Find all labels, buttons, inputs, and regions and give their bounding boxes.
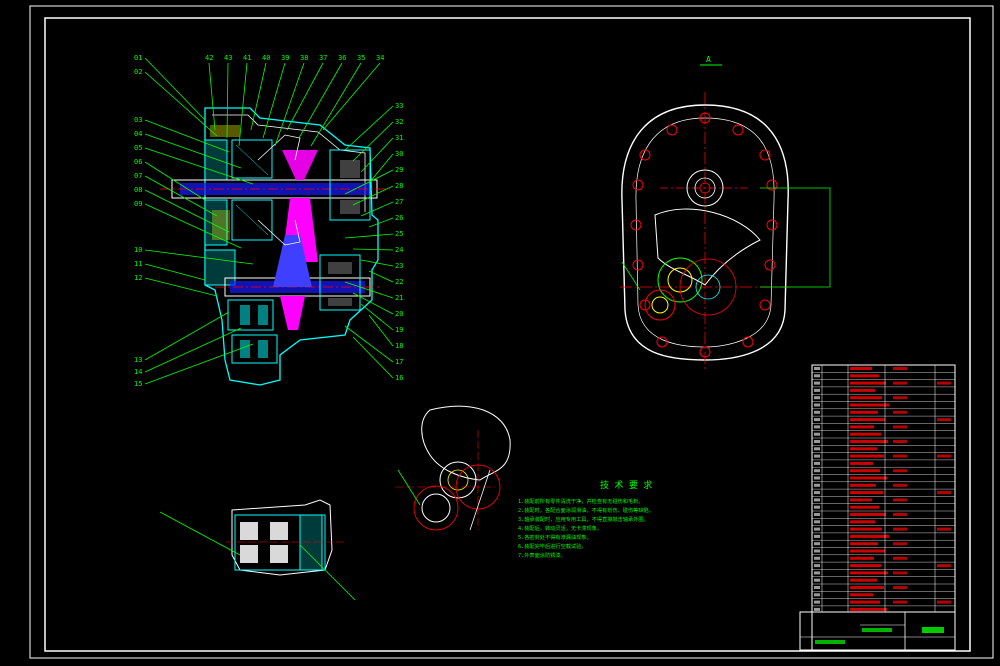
- part-number: 21: [395, 294, 403, 302]
- drawing-canvas: 01 02 03 04 05 06 07 08 09 10 11 12 13 14 15 42 43 41 40 39…: [29, 5, 994, 659]
- part-number: 13: [134, 356, 142, 364]
- part-number: 01: [134, 54, 142, 62]
- detail-view: [395, 405, 511, 531]
- part-number: 15: [134, 380, 142, 388]
- part-number: 40: [262, 54, 270, 62]
- note-line: 3.轴承装配时，应用专用工具，不得直接敲击轴承外圈。: [518, 515, 649, 523]
- part-number: 04: [134, 130, 142, 138]
- bolt-hole: [742, 336, 754, 348]
- part-number: 19: [395, 326, 403, 334]
- bolt-hole: [632, 259, 644, 271]
- part-number: 08: [134, 186, 142, 194]
- part-number: 27: [395, 198, 403, 206]
- part-number: 03: [134, 116, 142, 124]
- part-number: 09: [134, 200, 142, 208]
- section-marker: A: [706, 55, 711, 64]
- technical-requirements: 技 术 要 求 1.装配前所有零件清洗干净，并检查有无碰伤和毛刺。2.装配时，各…: [518, 479, 654, 559]
- bolt-hole: [764, 259, 776, 271]
- part-number: 17: [395, 358, 403, 366]
- part-number: 28: [395, 182, 403, 190]
- part-number: 12: [134, 274, 142, 282]
- note-line: 2.装配时，各配合面涂润滑油，不得有划伤、碰伤等缺陷。: [518, 506, 654, 514]
- part-number: 18: [395, 342, 403, 350]
- part-number: 37: [319, 54, 327, 62]
- bolt-hole: [766, 219, 778, 231]
- bolt-hole: [632, 179, 644, 191]
- bolt-hole: [666, 124, 678, 136]
- bolt-hole: [732, 124, 744, 136]
- bolt-hole: [766, 179, 778, 191]
- part-number: 32: [395, 118, 403, 126]
- part-number-labels: 01 02 03 04 05 06 07 08 09 10 11 12 13 14 15 42 43 41 40 39…: [134, 54, 403, 388]
- part-number: 25: [395, 230, 403, 238]
- bolt-hole: [759, 299, 771, 311]
- note-line: 1.装配前所有零件清洗干净，并检查有无碰伤和毛刺。: [518, 497, 644, 505]
- part-number: 39: [281, 54, 289, 62]
- outer-border: [29, 5, 994, 659]
- part-number: 35: [357, 54, 365, 62]
- part-number: 29: [395, 166, 403, 174]
- part-number: 34: [376, 54, 384, 62]
- part-number: 10: [134, 246, 142, 254]
- part-number: 11: [134, 260, 142, 268]
- part-number: 33: [395, 102, 403, 110]
- part-number: 26: [395, 214, 403, 222]
- note-line: 5.各密封处不得有渗漏油现象。: [518, 533, 592, 541]
- inner-border: [44, 17, 971, 652]
- part-number: 23: [395, 262, 403, 270]
- main-section-view: [160, 107, 390, 386]
- note-line: 4.装配后，转动灵活，无卡滞现象。: [518, 524, 602, 532]
- part-number: 02: [134, 68, 142, 76]
- part-number: 42: [205, 54, 213, 62]
- part-number: 22: [395, 278, 403, 286]
- part-number: 36: [338, 54, 346, 62]
- bolt-hole: [630, 219, 642, 231]
- part-number: 06: [134, 158, 142, 166]
- part-number: 31: [395, 134, 403, 142]
- bolt-hole: [656, 336, 668, 348]
- note-line: 6.装配完毕后进行空载试验。: [518, 542, 587, 550]
- part-number: 14: [134, 368, 142, 376]
- note-line: 7.外表面涂防锈漆。: [518, 551, 566, 559]
- side-view: A: [620, 55, 831, 370]
- part-number: 07: [134, 172, 142, 180]
- notes-title: 技 术 要 求: [600, 479, 652, 491]
- bearing-detail-view: [159, 499, 356, 601]
- part-number: 05: [134, 144, 142, 152]
- part-number: 38: [300, 54, 308, 62]
- part-number: 16: [395, 374, 403, 382]
- part-number: 24: [395, 246, 403, 254]
- parts-list-table: [799, 364, 956, 651]
- part-number: 43: [224, 54, 232, 62]
- part-number: 41: [243, 54, 251, 62]
- part-number: 30: [395, 150, 403, 158]
- part-number: 20: [395, 310, 403, 318]
